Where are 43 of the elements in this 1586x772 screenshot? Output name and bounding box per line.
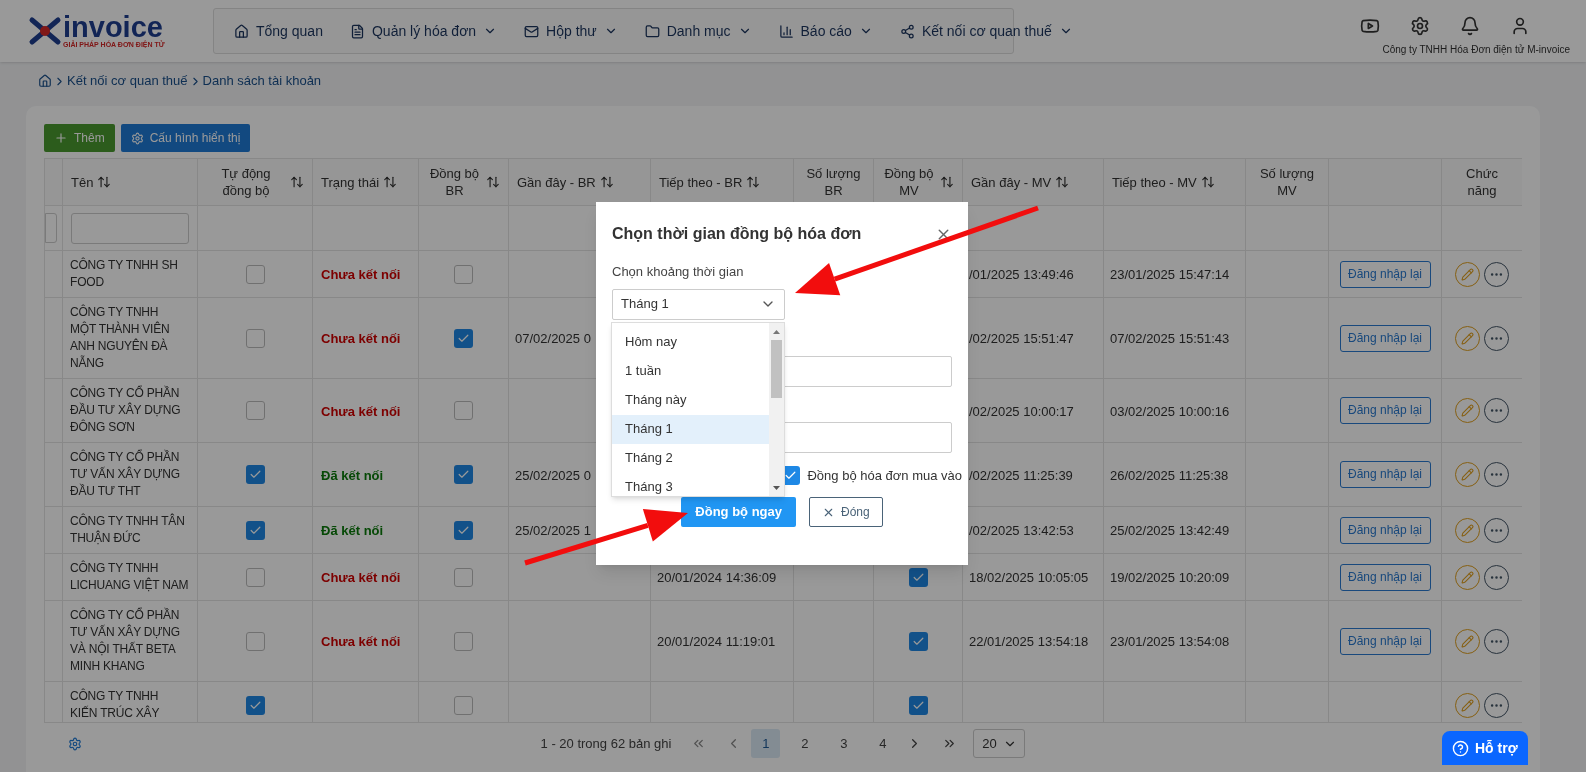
date-text: 07/02/2025 0 xyxy=(515,331,591,346)
date-text: 23/01/2025 13:54:08 xyxy=(1110,634,1230,649)
company-label: Công ty TNHH Hóa Đơn điện tử M-invoice xyxy=(1382,42,1570,57)
date-text: /02/2025 11:25:39 xyxy=(969,467,1073,483)
date-text: 19/02/2025 10:20:09 xyxy=(1110,570,1230,585)
company-name: CÔNG TY TNHH TÂN THUẬN ĐỨC xyxy=(70,513,186,547)
company-name: CÔNG TY CỔ PHẦN TƯ VẤN XÂY DỰNG VÀ NỘI THẤT BETA MINH KHANG xyxy=(70,607,181,675)
date-text: 26/02/2025 11:25:38 xyxy=(1110,467,1229,483)
company-name: CÔNG TY TNHH SH FOOD xyxy=(70,257,179,291)
date-text: 25/02/2025 0 xyxy=(515,467,591,483)
date-text: /01/2025 13:49:46 xyxy=(969,267,1074,282)
date-text: 20/01/2024 11:19:01 xyxy=(657,634,776,649)
record-summary: 1 - 20 trong 62 bản ghi xyxy=(540,734,672,753)
company-name: CÔNG TY CỔ PHẦN TƯ VẤN XÂY DỰNG ĐẦU TƯ THT xyxy=(70,449,181,500)
status-text: Đã kết nối xyxy=(321,523,384,538)
status-text: Chưa kết nối xyxy=(321,331,401,346)
date-text: /02/2025 10:00:17 xyxy=(969,403,1074,419)
logo-text: invoice xyxy=(63,13,163,41)
status-text: Chưa kết nối xyxy=(321,634,401,649)
status-text: Chưa kết nối xyxy=(321,570,401,585)
company-name: CÔNG TY CỔ PHẦN ĐẦU TƯ XÂY DỰNG ĐÔNG SƠN xyxy=(70,385,182,436)
date-text: /02/2025 15:51:47 xyxy=(969,331,1074,346)
date-text: 07/02/2025 15:51:43 xyxy=(1110,331,1230,346)
dialog-title: Chọn thời gian đồng bộ hóa đơn xyxy=(612,224,862,244)
date-text: /02/2025 13:42:53 xyxy=(969,523,1074,538)
date-text: 22/01/2025 13:54:18 xyxy=(969,634,1089,649)
date-text: 18/02/2025 10:05:05 xyxy=(969,570,1089,585)
date-text: 23/01/2025 15:47:14 xyxy=(1110,267,1230,282)
column-header: Chức năng xyxy=(1465,165,1499,199)
status-text: Chưa kết nối xyxy=(321,403,401,419)
date-text: 25/02/2025 13:42:49 xyxy=(1110,523,1230,538)
date-text: 03/02/2025 10:00:16 xyxy=(1110,403,1230,419)
company-name: CÔNG TY TNHH KIẾN TRÚC XÂY xyxy=(70,688,161,722)
status-text: Đã kết nối xyxy=(321,467,384,483)
field-label: Chọn khoảng thời gian xyxy=(612,263,745,281)
checkbox-label: Đồng bộ hóa đơn mua vào xyxy=(807,466,962,485)
column-header: Số lượng BR xyxy=(805,165,862,199)
date-text: 20/01/2024 14:36:09 xyxy=(657,570,777,585)
company-name: CÔNG TY TNHH MỘT THÀNH VIÊN ANH NGUYÊN ĐÀ NẴNG xyxy=(70,304,171,372)
status-text: Chưa kết nối xyxy=(321,267,401,282)
date-text: 25/02/2025 1 xyxy=(515,523,591,538)
company-name: CÔNG TY TNHH LICHUANG VIỆT NAM xyxy=(70,560,190,594)
column-header: Số lượng MV xyxy=(1258,165,1316,199)
